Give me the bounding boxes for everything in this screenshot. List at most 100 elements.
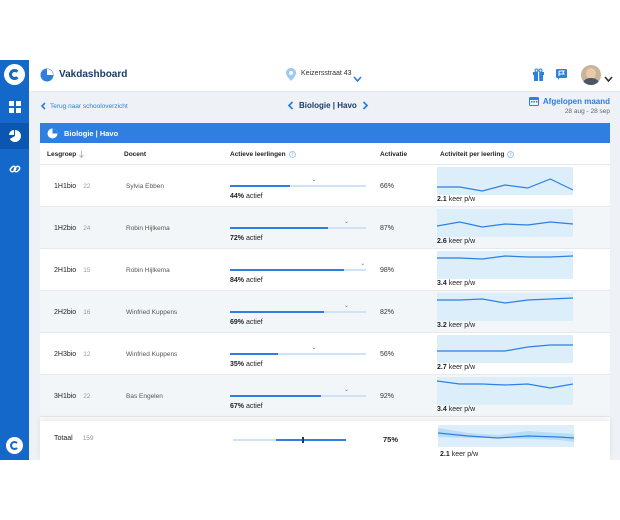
column-header-activation[interactable]: Activatie	[380, 151, 407, 158]
row-teacher: Sylvia Ebben	[126, 183, 164, 190]
back-link[interactable]: Terug naar schooloverzicht	[40, 102, 128, 110]
active-students-label: 72% actief	[230, 235, 263, 242]
row-teacher: Bas Engelen	[126, 393, 163, 400]
sparkline-line	[437, 255, 574, 260]
app-logo-icon[interactable]	[4, 64, 25, 85]
svg-text:?: ?	[291, 152, 294, 158]
row-group: 1H2bio 24	[54, 225, 91, 232]
activity-label: 3.4 keer p/w	[437, 280, 476, 287]
footer-logo-icon[interactable]	[6, 437, 23, 454]
location-selector[interactable]: Keizersstraat 43	[301, 70, 352, 77]
help-icon[interactable]: ?	[288, 151, 296, 158]
total-count: 159	[82, 435, 94, 442]
pie-chart-icon	[40, 68, 54, 87]
chevron-down-icon: ⌄	[343, 303, 349, 309]
row-count: 15	[83, 267, 91, 274]
table-row[interactable]: 1H1bio 22 Sylvia Ebben ⌄ 44% actief 66% 2.1 ke…	[40, 165, 610, 207]
activity-label: 2.7 keer p/w	[437, 364, 476, 371]
row-group: 3H1bio 22	[54, 393, 91, 400]
gift-icon[interactable]	[532, 68, 545, 86]
active-students-fill	[230, 269, 345, 271]
sparkline-line	[436, 221, 574, 228]
active-students-bar: ⌄	[230, 261, 366, 271]
table-row[interactable]: 2H3bio 12 Winfried Kuppens ⌄ 35% actief 56% 2.…	[40, 333, 610, 375]
chevron-down-icon: ⌄	[343, 219, 349, 225]
column-header-group[interactable]: Lesgroep	[47, 151, 85, 158]
course-card: Biologie | Havo Lesgroep Docent Actieve …	[40, 123, 610, 460]
sparkline-line	[437, 178, 574, 192]
total-row: Totaal 159 75% 2.1 keer p/w	[40, 421, 610, 460]
sparkline-line	[436, 380, 574, 389]
chevron-down-icon: ⌄	[311, 345, 317, 351]
top-bar: Vakdashboard Keizersstraat 43	[29, 60, 620, 92]
active-students-fill	[230, 311, 324, 313]
row-count: 22	[83, 393, 91, 400]
column-header-teacher[interactable]: Docent	[124, 151, 146, 158]
active-students-label: 67% actief	[230, 403, 263, 410]
card-title: Biologie | Havo	[64, 128, 119, 138]
chevron-down-icon[interactable]	[353, 70, 362, 88]
activity-label: 2.1 keer p/w	[437, 196, 476, 203]
active-students-label: 44% actief	[230, 193, 263, 200]
chevron-left-icon	[40, 102, 46, 110]
back-link-label: Terug naar schooloverzicht	[50, 102, 128, 110]
table-header: Lesgroep Docent Actieve leerlingen ? Act…	[40, 143, 610, 165]
total-activity-label: 2.1 keer p/w	[440, 451, 479, 458]
calendar-icon	[528, 97, 539, 106]
row-teacher: Robin Hijlkema	[126, 267, 170, 274]
active-students-fill	[230, 185, 290, 187]
active-students-label: 69% actief	[230, 319, 263, 326]
chevron-right-icon[interactable]	[362, 101, 369, 110]
active-students-bar: ⌄	[230, 177, 366, 187]
row-group: 2H2bio 16	[54, 309, 91, 316]
active-students-label: 84% actief	[230, 277, 263, 284]
chevron-down-icon[interactable]	[604, 70, 613, 88]
row-teacher: Robin Hijlkema	[126, 225, 170, 232]
row-group: 2H3bio 12	[54, 351, 91, 358]
chevron-down-icon: ⌄	[360, 261, 366, 267]
pie-chart-icon[interactable]	[0, 123, 29, 149]
row-group: 1H1bio 22	[54, 183, 91, 190]
location-pin-icon	[286, 68, 296, 86]
period-selector[interactable]: Afgelopen maand 28 aug - 28 sep	[528, 96, 610, 115]
table-body: 1H1bio 22 Sylvia Ebben ⌄ 44% actief 66% 2.1 ke…	[40, 165, 610, 417]
total-active-bar	[233, 437, 346, 443]
active-students-bar: ⌄	[230, 303, 366, 313]
table-row[interactable]: 2H2bio 16 Winfried Kuppens ⌄ 69% actief 82% 3.…	[40, 291, 610, 333]
app-title: Vakdashboard	[59, 69, 128, 80]
link-icon[interactable]	[0, 156, 29, 182]
table-row[interactable]: 1H2bio 24 Robin Hijlkema ⌄ 72% actief 87% 2.6 …	[40, 207, 610, 249]
row-group: 2H1bio 15	[54, 267, 91, 274]
feedback-flag-icon[interactable]	[555, 68, 568, 86]
period-range: 28 aug - 28 sep	[564, 108, 610, 115]
table-row[interactable]: 3H1bio 22 Bas Engelen ⌄ 67% actief 92% 3.4 kee…	[40, 375, 610, 417]
svg-text:?: ?	[509, 152, 512, 158]
table-row[interactable]: 2H1bio 15 Robin Hijlkema ⌄ 84% actief 98% 3.4 …	[40, 249, 610, 291]
active-students-fill	[230, 395, 322, 397]
dashboard-grid-icon[interactable]	[0, 94, 29, 120]
sparkline-line	[437, 344, 573, 352]
user-avatar[interactable]	[581, 65, 601, 85]
row-count: 22	[83, 183, 91, 190]
activity-sparkline	[436, 209, 574, 237]
active-students-bar: ⌄	[230, 219, 366, 229]
row-count: 24	[83, 225, 91, 232]
app-window: Vakdashboard Keizersstraat 43 Terug naar…	[0, 60, 620, 460]
sub-navigation: Terug naar schooloverzicht Biologie | Ha…	[29, 92, 620, 122]
help-icon[interactable]: ?	[507, 151, 515, 158]
column-header-active[interactable]: Actieve leerlingen ?	[230, 151, 296, 158]
activity-label: 3.2 keer p/w	[437, 322, 476, 329]
row-teacher: Winfried Kuppens	[126, 351, 178, 358]
course-title: Biologie | Havo	[299, 101, 357, 110]
chevron-left-icon[interactable]	[287, 101, 294, 110]
active-students-fill	[230, 353, 278, 355]
active-students-bar: ⌄	[230, 387, 366, 397]
row-activation: 92%	[380, 393, 395, 400]
activity-sparkline	[437, 335, 573, 363]
row-activation: 82%	[380, 309, 395, 316]
activity-label: 3.4 keer p/w	[437, 406, 476, 413]
activity-label: 2.6 keer p/w	[437, 238, 476, 245]
chevron-down-icon: ⌄	[311, 177, 317, 183]
active-students-fill	[230, 227, 328, 229]
column-header-activity[interactable]: Activiteit per leerling ?	[440, 151, 515, 158]
